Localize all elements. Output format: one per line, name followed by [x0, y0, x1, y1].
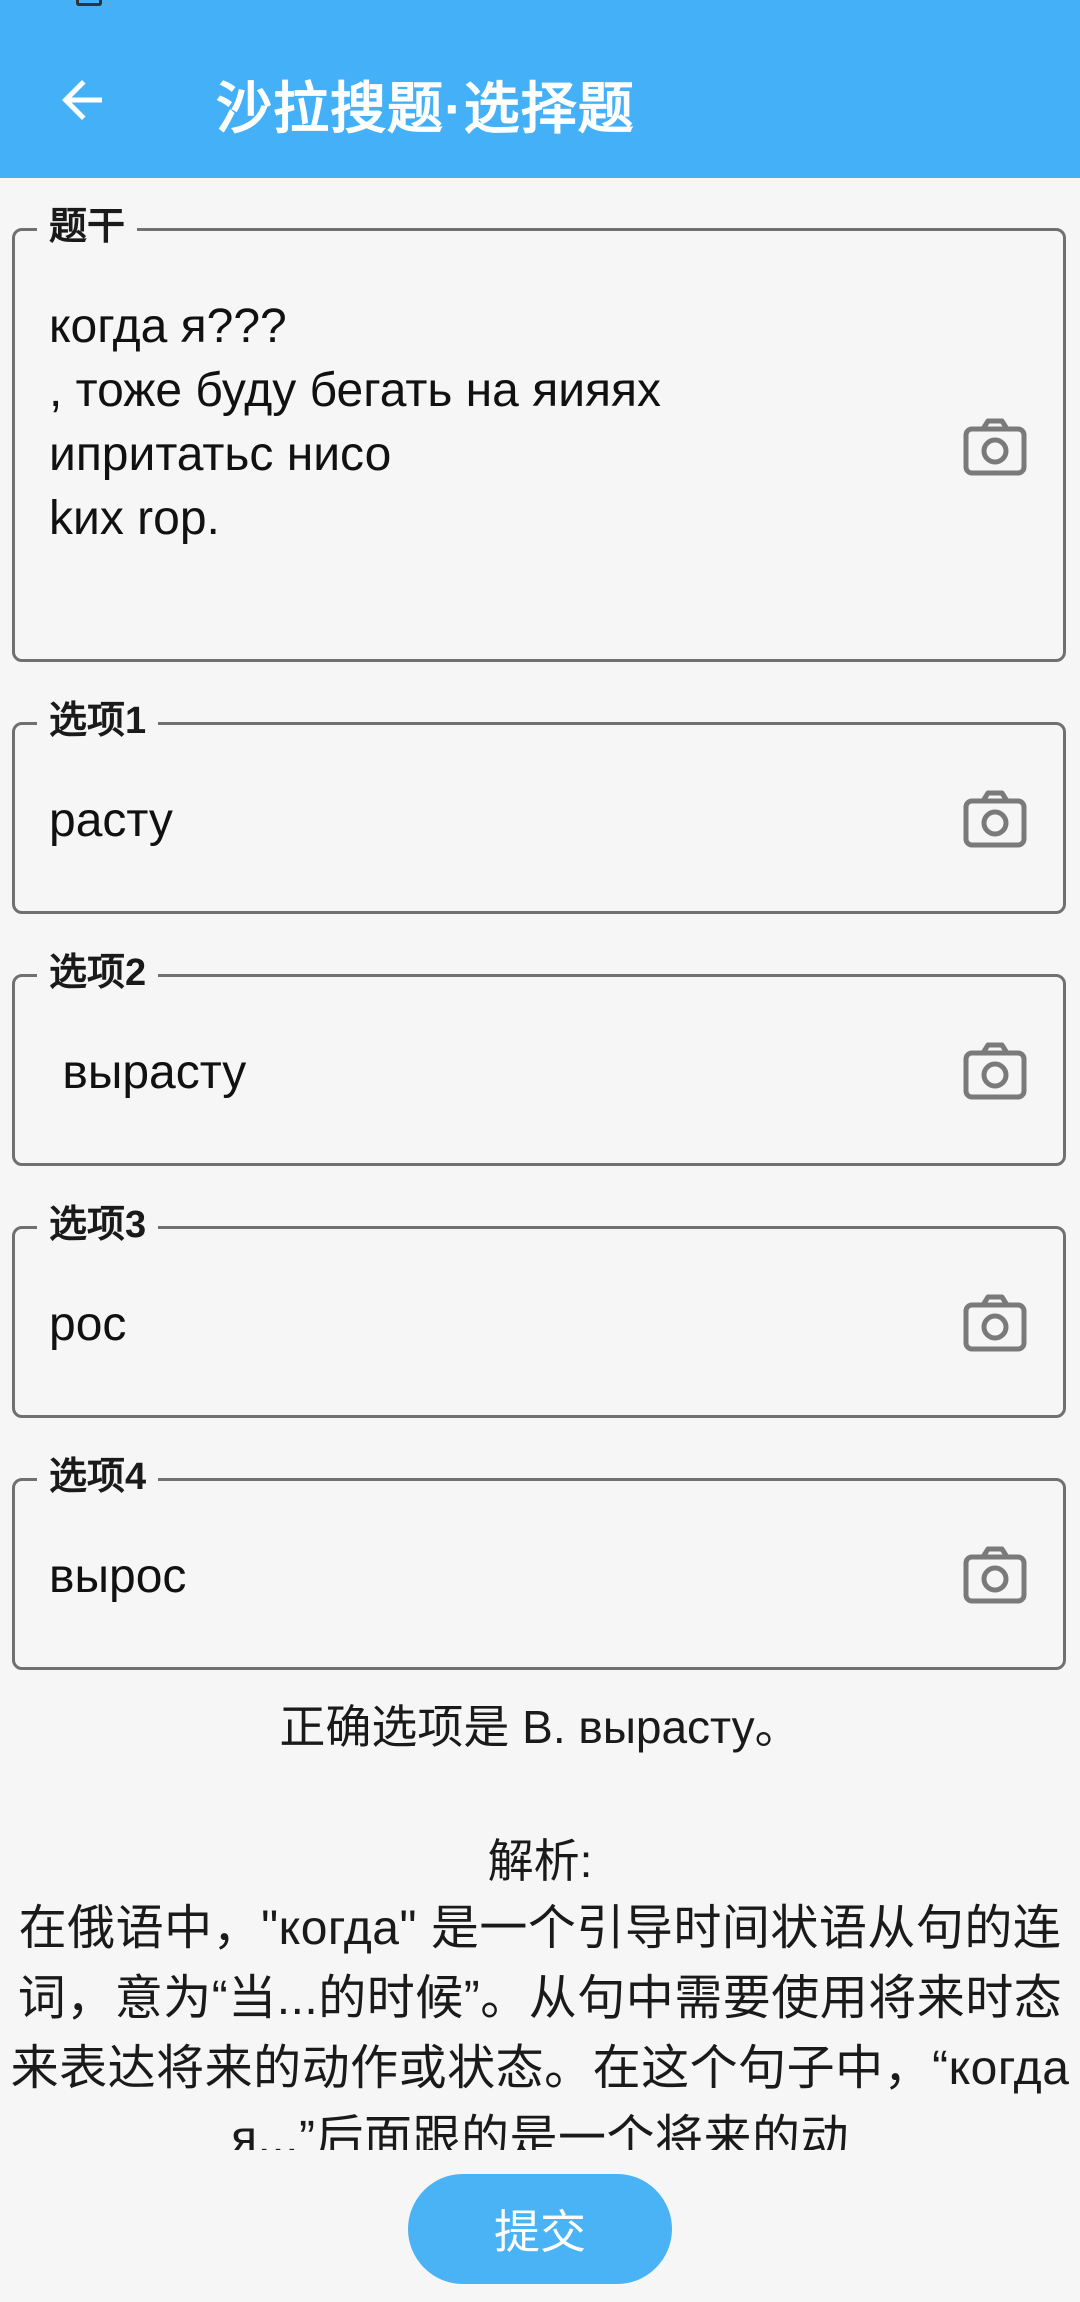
option-3-text[interactable]: рос — [49, 1293, 933, 1357]
camera-icon — [963, 1546, 1027, 1604]
analysis-text: 在俄语中，"когда" 是一个引导时间状语从句的连词，意为“当...的时候”。… — [10, 1902, 1070, 2150]
answer-panel[interactable]: 正确选项是 B. вырасту。 解析: 在俄语中，"когда" 是一个引导… — [0, 1672, 1080, 2150]
option-1-label: 选项1 — [37, 699, 159, 743]
option-4-text[interactable]: вырос — [49, 1545, 933, 1609]
option-1-text[interactable]: расту — [49, 789, 933, 853]
question-label: 题干 — [37, 205, 138, 249]
option-3-label: 选项3 — [37, 1203, 159, 1247]
option-3-camera-button[interactable] — [957, 1285, 1033, 1361]
option-4-field[interactable]: 选项4 вырос — [12, 1455, 1066, 1670]
analysis-title: 解析: — [487, 1835, 593, 1887]
app-bar: 沙拉搜题·选择题 — [0, 0, 1080, 178]
back-button[interactable] — [40, 58, 124, 142]
option-2-text[interactable]: вырасту — [49, 1041, 933, 1105]
correct-answer-text: 正确选项是 B. вырасту。 — [279, 1701, 801, 1753]
page-title: 沙拉搜题·选择题 — [216, 77, 635, 140]
camera-icon — [963, 418, 1027, 476]
question-text[interactable]: когда я??? , тоже буду бегать на яияях и… — [49, 295, 933, 551]
option-1-camera-button[interactable] — [957, 781, 1033, 857]
option-2-label: 选项2 — [37, 951, 159, 995]
option-4-camera-button[interactable] — [957, 1537, 1033, 1613]
option-3-field[interactable]: 选项3 рос — [12, 1203, 1066, 1418]
submit-button[interactable]: 提交 — [408, 2174, 672, 2284]
camera-icon — [963, 1294, 1027, 1352]
camera-icon — [963, 790, 1027, 848]
question-camera-button[interactable] — [957, 409, 1033, 485]
option-4-label: 选项4 — [37, 1455, 159, 1499]
option-1-field[interactable]: 选项1 расту — [12, 699, 1066, 914]
camera-icon — [963, 1042, 1027, 1100]
status-bar — [0, 0, 1080, 16]
status-icon — [76, 0, 102, 6]
arrow-left-icon — [62, 80, 102, 120]
option-2-camera-button[interactable] — [957, 1033, 1033, 1109]
question-field[interactable]: 题干 когда я??? , тоже буду бегать на яияя… — [12, 205, 1066, 662]
option-2-field[interactable]: 选项2 вырасту — [12, 951, 1066, 1166]
